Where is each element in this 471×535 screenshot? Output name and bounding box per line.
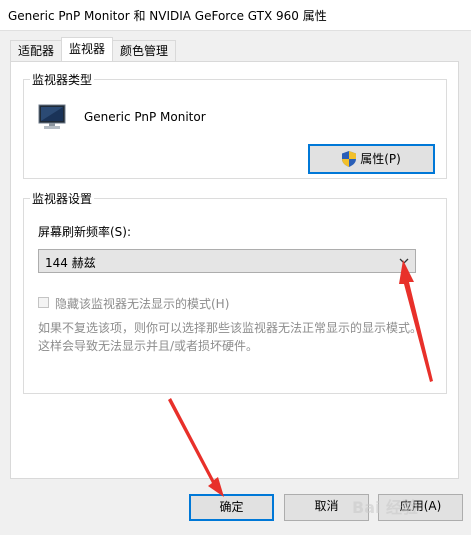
- refresh-rate-select[interactable]: 144 赫兹: [38, 249, 416, 273]
- tab-panel: 监视器类型 Generic PnP Monitor 属性(P) 监视器设置 屏幕…: [10, 61, 459, 479]
- hide-modes-note: 如果不复选该项，则你可以选择那些该监视器无法正常显示的显示模式。 这样会导致无法…: [38, 319, 428, 355]
- cancel-button[interactable]: 取消: [284, 494, 369, 521]
- apply-button[interactable]: 应用(A): [378, 494, 463, 521]
- monitor-icon: [38, 104, 66, 129]
- uac-shield-icon: [342, 151, 357, 167]
- refresh-rate-label: 屏幕刷新频率(S):: [38, 225, 132, 239]
- monitor-settings-group: 监视器设置 屏幕刷新频率(S): 144 赫兹 隐藏该监视器无法显示的模式(H)…: [23, 190, 447, 394]
- note-line-1: 如果不复选该项，则你可以选择那些该监视器无法正常显示的显示模式。: [38, 321, 423, 335]
- chevron-down-icon: [399, 258, 409, 264]
- tab-strip: 适配器 监视器 颜色管理: [10, 37, 177, 62]
- tab-adapter[interactable]: 适配器: [10, 40, 63, 61]
- title-bar: Generic PnP Monitor 和 NVIDIA GeForce GTX…: [0, 0, 471, 31]
- properties-button-label: 属性(P): [360, 152, 401, 166]
- properties-button[interactable]: 属性(P): [308, 144, 435, 174]
- ok-button[interactable]: 确定: [189, 494, 274, 521]
- tab-color-management[interactable]: 颜色管理: [112, 40, 177, 61]
- monitor-type-group: 监视器类型 Generic PnP Monitor 属性(P): [23, 71, 447, 179]
- hide-modes-checkbox[interactable]: [38, 297, 49, 308]
- monitor-name: Generic PnP Monitor: [84, 110, 206, 124]
- window-title: Generic PnP Monitor 和 NVIDIA GeForce GTX…: [8, 9, 327, 23]
- monitor-type-group-label: 监视器类型: [30, 71, 95, 88]
- tab-monitor[interactable]: 监视器: [61, 37, 114, 61]
- note-line-2: 这样会导致无法显示并且/或者损坏硬件。: [38, 339, 259, 353]
- monitor-settings-group-label: 监视器设置: [30, 190, 95, 207]
- hide-modes-label: 隐藏该监视器无法显示的模式(H): [55, 297, 230, 311]
- refresh-rate-value: 144 赫兹: [45, 256, 96, 270]
